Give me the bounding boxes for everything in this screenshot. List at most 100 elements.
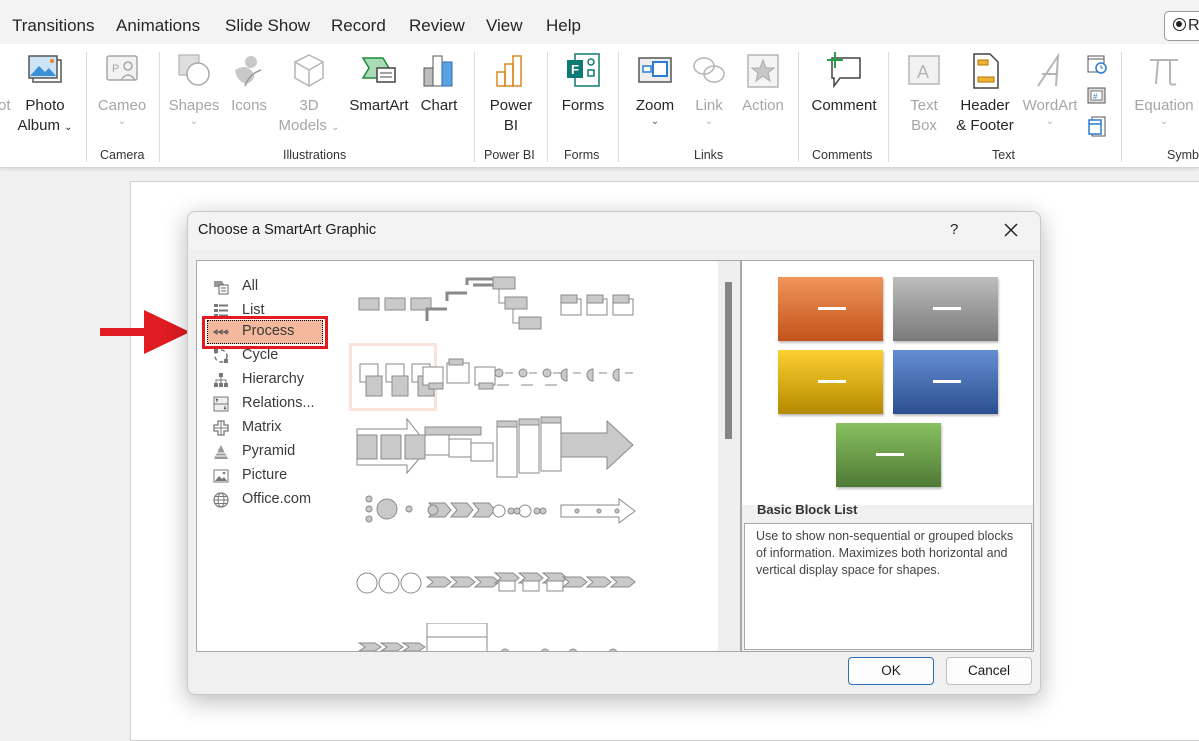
text-box-button: A Text Box bbox=[900, 52, 948, 136]
group-symbols: Symb bbox=[1167, 148, 1199, 162]
partial-button-label: ot bbox=[0, 97, 11, 114]
forms-icon: F bbox=[567, 53, 600, 87]
forms-button[interactable]: F Forms bbox=[557, 52, 609, 116]
photo-album-button[interactable]: Photo Album ⌄ bbox=[14, 52, 76, 138]
tab-slide-show[interactable]: Slide Show bbox=[225, 16, 310, 36]
pyramid-icon bbox=[214, 445, 228, 459]
picture-icon bbox=[213, 469, 229, 483]
comment-button[interactable]: Comment bbox=[808, 52, 880, 116]
smartart-icon bbox=[361, 57, 396, 83]
preview-block bbox=[893, 350, 998, 414]
help-button[interactable]: ? bbox=[950, 221, 958, 238]
gallery-item-accent-process[interactable] bbox=[553, 271, 641, 339]
action-button: Action bbox=[738, 52, 788, 116]
category-hierarchy[interactable]: Hierarchy bbox=[197, 368, 336, 392]
tab-review[interactable]: Review bbox=[409, 16, 465, 36]
link-icon bbox=[693, 57, 725, 83]
ok-button[interactable]: OK bbox=[848, 657, 934, 685]
smartart-button[interactable]: SmartArt bbox=[346, 52, 412, 116]
cameo-icon: P bbox=[106, 55, 138, 81]
preview-pane: Basic Block List Use to show non-sequent… bbox=[741, 260, 1034, 652]
link-button: Link ⌄ bbox=[688, 52, 730, 128]
gallery-item-partial-2[interactable] bbox=[553, 623, 641, 651]
power-bi-button[interactable]: Power BI bbox=[484, 52, 538, 136]
header-footer-button[interactable]: Header & Footer bbox=[953, 52, 1017, 136]
chart-button[interactable]: Chart bbox=[416, 52, 462, 116]
upward-arrow-layout-icon bbox=[560, 419, 634, 471]
equation-button: Equation ⌄ bbox=[1132, 52, 1196, 128]
action-star-icon bbox=[747, 54, 779, 88]
gallery-item-circle-accent-timeline[interactable] bbox=[553, 343, 641, 411]
object-icon[interactable] bbox=[1087, 116, 1107, 138]
group-text: Text bbox=[992, 148, 1015, 162]
group-camera: Camera bbox=[100, 148, 145, 162]
tab-view[interactable]: View bbox=[486, 16, 523, 36]
ribbon-tab-bar: Transitions Animations Slide Show Record… bbox=[0, 0, 1199, 44]
category-relationship[interactable]: Relations... bbox=[197, 392, 336, 416]
gallery-item-upward-arrow[interactable] bbox=[553, 413, 641, 481]
date-time-icon[interactable] bbox=[1087, 53, 1107, 75]
tab-animations[interactable]: Animations bbox=[116, 16, 200, 36]
gallery-scrollbar[interactable] bbox=[718, 261, 740, 651]
category-all[interactable]: All bbox=[197, 275, 336, 299]
power-bi-icon bbox=[496, 55, 522, 87]
smartart-dialog: Choose a SmartArt Graphic ? All List Pro… bbox=[187, 211, 1041, 695]
shapes-button: Shapes ⌄ bbox=[168, 52, 220, 128]
gallery-item-continuous-arrow[interactable] bbox=[553, 553, 641, 621]
preview-block bbox=[836, 423, 941, 487]
all-icon bbox=[214, 281, 229, 295]
category-office-com[interactable]: Office.com bbox=[197, 488, 336, 512]
header-footer-icon bbox=[973, 53, 999, 89]
preview-block bbox=[893, 277, 998, 341]
photo-album-icon bbox=[28, 55, 62, 83]
cancel-button[interactable]: Cancel bbox=[946, 657, 1032, 685]
preview-layout-name: Basic Block List bbox=[757, 502, 858, 517]
hierarchy-icon bbox=[214, 373, 228, 387]
accent-process-layout-icon bbox=[560, 294, 634, 316]
dialog-title-bar[interactable]: Choose a SmartArt Graphic ? bbox=[188, 212, 1040, 250]
globe-icon bbox=[213, 492, 229, 508]
scrollbar-thumb[interactable] bbox=[725, 282, 732, 439]
dialog-title: Choose a SmartArt Graphic bbox=[198, 222, 377, 238]
cycle-icon bbox=[214, 349, 228, 363]
wordart-icon bbox=[1037, 52, 1060, 87]
group-illustrations: Illustrations bbox=[283, 148, 347, 162]
slide-number-icon[interactable]: # bbox=[1087, 87, 1107, 105]
icons-button: Icons bbox=[226, 52, 272, 116]
insert-ribbon: ot Photo Album ⌄ P Cameo ⌄ Camera Shapes ⌄ … bbox=[0, 44, 1199, 168]
close-icon[interactable] bbox=[1001, 220, 1021, 240]
category-picture[interactable]: Picture bbox=[197, 464, 336, 488]
group-comments: Comments bbox=[812, 148, 873, 162]
zoom-icon bbox=[638, 57, 672, 83]
circle-accent-timeline-layout-icon bbox=[560, 368, 633, 382]
category-matrix[interactable]: Matrix bbox=[197, 416, 336, 440]
tab-help[interactable]: Help bbox=[546, 16, 581, 36]
preview-block bbox=[778, 350, 883, 414]
tab-transitions[interactable]: Transitions bbox=[12, 16, 95, 36]
partial-2-layout-icon bbox=[568, 648, 618, 651]
new-comment-icon bbox=[827, 52, 861, 89]
layout-gallery bbox=[335, 260, 741, 652]
svg-text:#: # bbox=[1093, 92, 1098, 101]
svg-text:P: P bbox=[112, 63, 119, 75]
category-pyramid[interactable]: Pyramid bbox=[197, 440, 336, 464]
group-forms: Forms bbox=[564, 148, 600, 162]
record-button[interactable]: R bbox=[1164, 11, 1199, 41]
shapes-icon bbox=[178, 54, 210, 86]
cameo-button: P Cameo ⌄ bbox=[96, 52, 148, 128]
tab-record[interactable]: Record bbox=[331, 16, 386, 36]
zoom-button[interactable]: Zoom ⌄ bbox=[630, 52, 680, 128]
preview-image bbox=[742, 261, 1033, 505]
3d-models-button: 3D Models ⌄ bbox=[277, 52, 341, 138]
group-power-bi: Power BI bbox=[484, 148, 535, 162]
matrix-icon bbox=[213, 420, 229, 436]
annotation-highlight-box bbox=[202, 316, 328, 349]
group-links: Links bbox=[694, 148, 724, 162]
gallery-item-detailed-process[interactable] bbox=[553, 481, 641, 549]
record-icon bbox=[1173, 18, 1186, 31]
preview-description: Use to show non-sequential or grouped bl… bbox=[744, 523, 1032, 650]
svg-text:A: A bbox=[917, 62, 929, 82]
relationship-icon bbox=[213, 396, 229, 412]
wordart-button: WordArt ⌄ bbox=[1020, 52, 1080, 128]
cube-icon bbox=[294, 54, 324, 87]
